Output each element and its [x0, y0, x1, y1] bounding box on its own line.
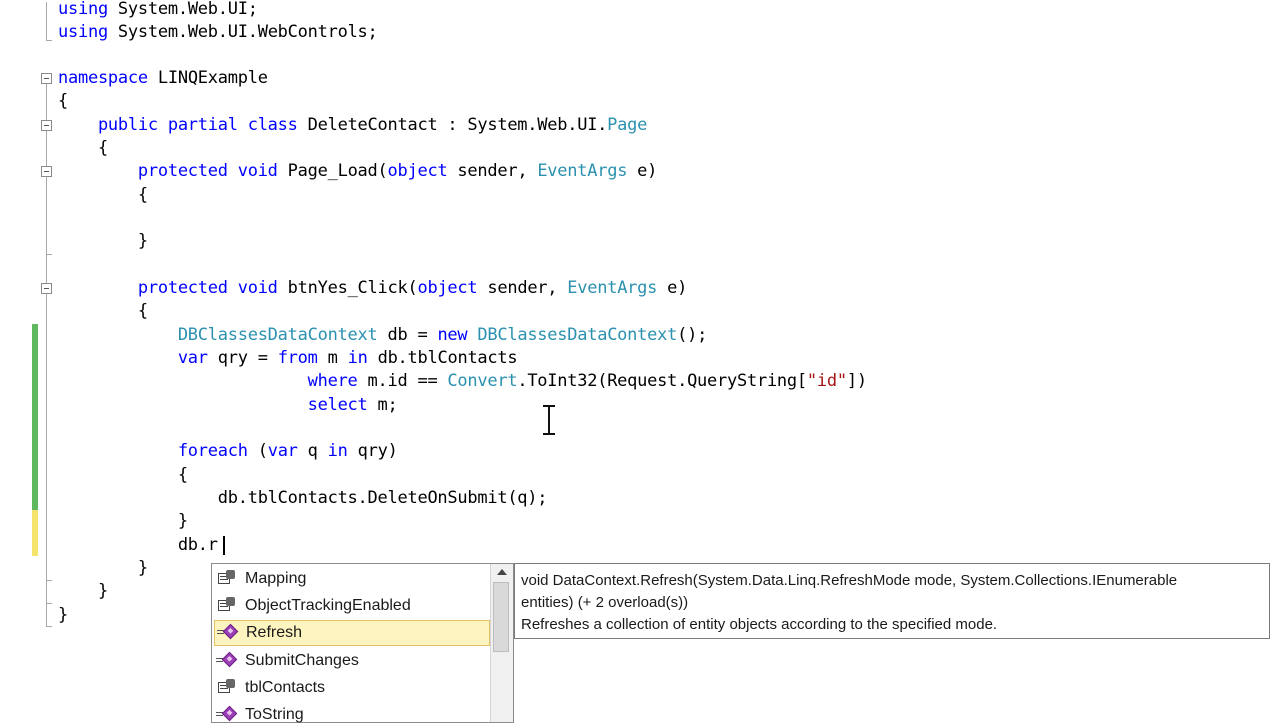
code-line-12: DBClassesDataContext db = new DBClassesD… — [58, 325, 708, 345]
method-icon — [216, 705, 238, 724]
completion-item-label: tblContacts — [245, 679, 326, 696]
code-line-20: db.r — [58, 535, 218, 555]
scroll-up-icon[interactable] — [497, 569, 507, 575]
outline-guide-end — [46, 40, 52, 41]
outline-guide-end — [46, 254, 52, 255]
completion-item-tblcontacts[interactable]: tblContacts — [214, 675, 490, 701]
property-icon — [216, 570, 238, 588]
code-line-17: { — [58, 465, 188, 485]
code-line-13: var qry = from m in db.tblContacts — [58, 348, 518, 368]
code-line-21: } — [58, 558, 148, 578]
completion-item-tostring[interactable]: ToString — [214, 702, 490, 728]
completion-item-mapping[interactable]: Mapping — [214, 566, 490, 592]
intellisense-completion-list[interactable]: Mapping ObjectTrackingEnabled Refresh Su… — [211, 563, 514, 723]
code-line-14: where m.id == Convert.ToInt32(Request.Qu… — [58, 371, 867, 391]
saved-change-marker — [32, 324, 38, 510]
quick-info-tooltip: void DataContext.Refresh(System.Data.Lin… — [514, 563, 1270, 639]
completion-item-label: Mapping — [245, 570, 307, 587]
completion-item-label: ToString — [245, 706, 304, 723]
collapse-btnyes-click-icon[interactable] — [41, 283, 52, 294]
scroll-thumb[interactable] — [493, 582, 509, 652]
outline-guide-end — [46, 580, 52, 581]
completion-scrollbar[interactable] — [490, 564, 513, 722]
code-line-19: } — [58, 511, 188, 531]
unsaved-change-marker — [32, 510, 38, 556]
code-line-5: public partial class DeleteContact : Sys… — [58, 115, 648, 135]
code-line-7: protected void Page_Load(object sender, … — [58, 161, 658, 181]
tooltip-description: Refreshes a collection of entity objects… — [521, 616, 998, 633]
collapse-class-icon[interactable] — [41, 120, 52, 131]
code-line-10: protected void btnYes_Click(object sende… — [58, 278, 688, 298]
code-line-1: using System.Web.UI; — [58, 0, 258, 19]
property-icon — [216, 679, 238, 697]
outline-guide-end — [46, 626, 52, 627]
completion-item-label: ObjectTrackingEnabled — [245, 597, 411, 614]
code-line-6: { — [58, 138, 108, 158]
completion-item-objecttrackingenabled[interactable]: ObjectTrackingEnabled — [214, 593, 490, 619]
completion-item-refresh[interactable]: Refresh — [214, 620, 490, 646]
collapse-page-load-icon[interactable] — [41, 166, 52, 177]
text-caret — [223, 536, 225, 555]
code-line-11: { — [58, 301, 148, 321]
code-line-22: } — [58, 581, 108, 601]
completion-item-submitchanges[interactable]: SubmitChanges — [214, 648, 490, 674]
method-icon — [216, 651, 238, 670]
completion-item-label: Refresh — [246, 624, 303, 641]
code-line-2: using System.Web.UI.WebControls; — [58, 22, 378, 42]
outline-guide — [46, 2, 47, 40]
collapse-namespace-icon[interactable] — [41, 73, 52, 84]
code-line-3: namespace LINQExample — [58, 68, 268, 88]
code-line-15: select m; — [58, 395, 398, 415]
method-icon — [217, 623, 239, 642]
code-line-18: db.tblContacts.DeleteOnSubmit(q); — [58, 488, 548, 508]
property-icon — [216, 597, 238, 615]
code-line-23: } — [58, 605, 68, 625]
tooltip-signature-line-2: entities) (+ 2 overload(s)) — [521, 594, 689, 611]
code-line-9: } — [58, 231, 148, 251]
completion-item-label: SubmitChanges — [245, 652, 359, 669]
code-line-8: { — [58, 185, 148, 205]
tooltip-signature-line-1: void DataContext.Refresh(System.Data.Lin… — [521, 572, 1178, 589]
code-line-4: { — [58, 91, 68, 111]
outline-guide-end — [46, 603, 52, 604]
ibeam-cursor-icon — [543, 405, 555, 435]
code-line-16: foreach (var q in qry) — [58, 441, 398, 461]
